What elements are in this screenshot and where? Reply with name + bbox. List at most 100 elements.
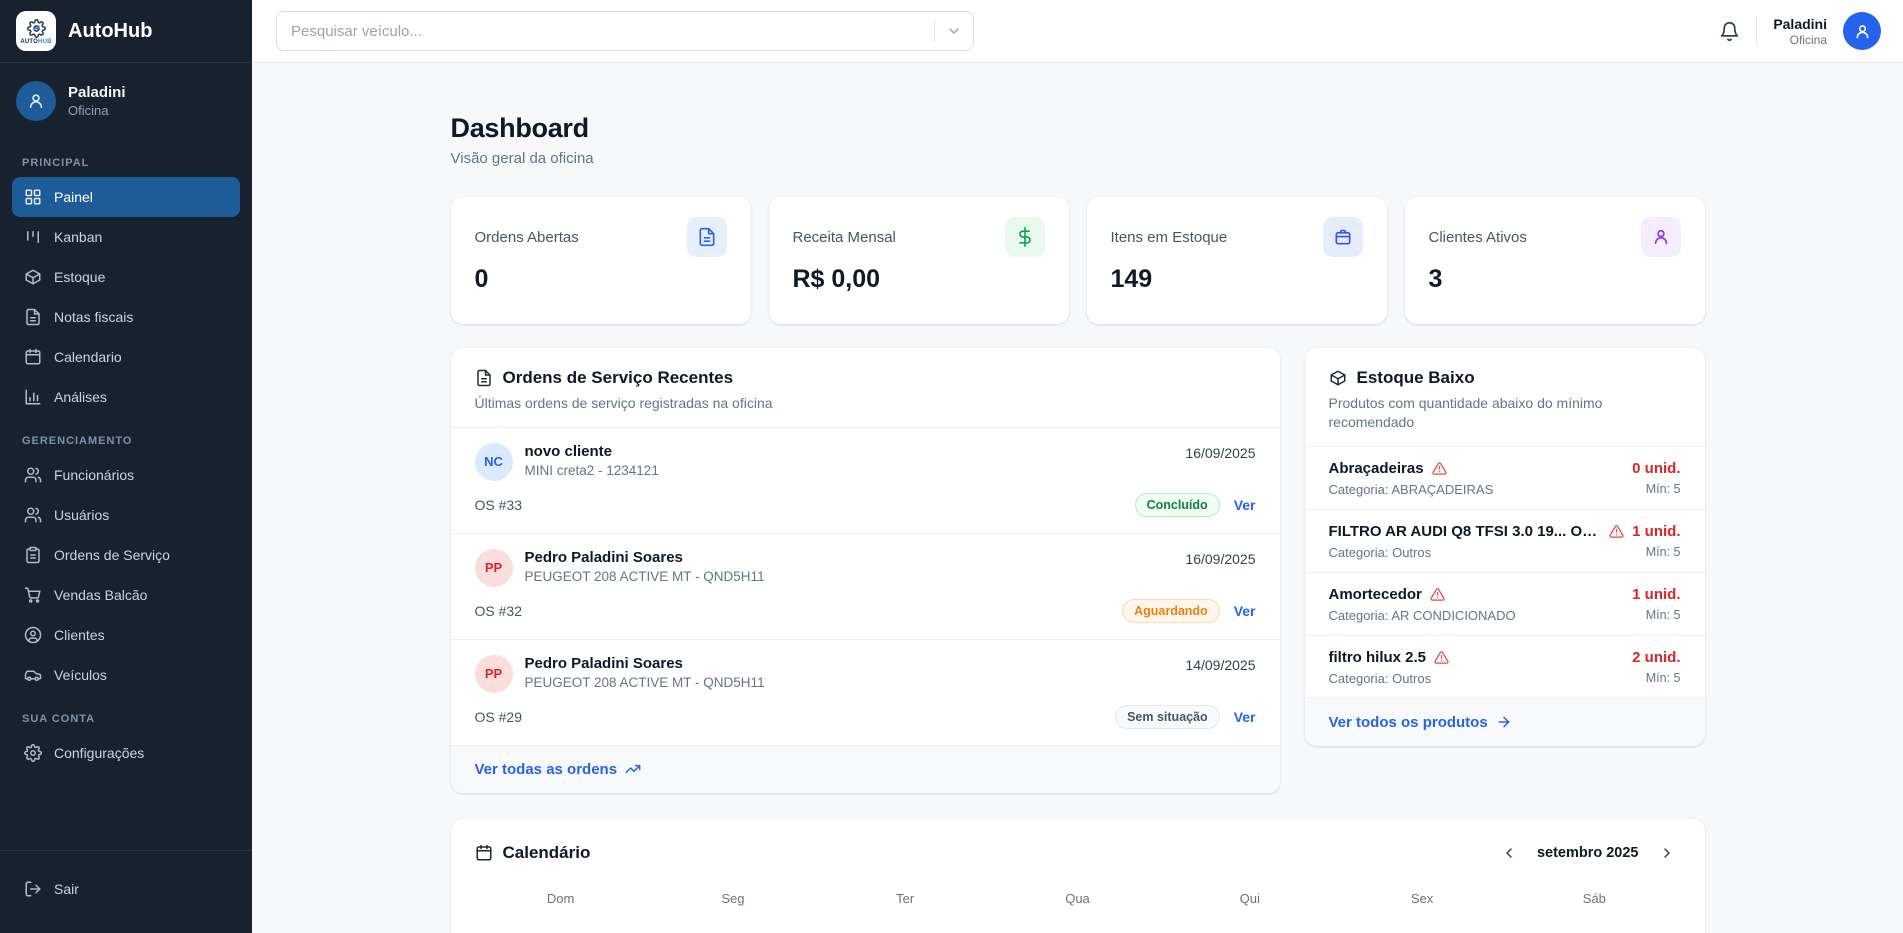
sidebar-item-configuracoes[interactable]: Configurações	[12, 733, 240, 773]
order-number: OS #32	[475, 603, 522, 619]
product-name: Abraçadeiras	[1329, 460, 1424, 477]
topbar: Paladini Oficina	[252, 0, 1903, 63]
sidebar-item-analises[interactable]: Análises	[12, 377, 240, 417]
bell-icon[interactable]	[1719, 21, 1740, 42]
sidebar-item-veiculos[interactable]: Veículos	[12, 655, 240, 695]
layout-grid-icon	[24, 188, 42, 206]
stock-item: FILTRO AR AUDI Q8 TFSI 3.0 19... OBS: 1 …	[1305, 510, 1705, 573]
stock-quantity: 2 unid.	[1632, 649, 1680, 666]
low-stock-subtitle: Produtos com quantidade abaixo do mínimo…	[1329, 394, 1681, 432]
page-subtitle: Visão geral da oficina	[451, 150, 1705, 167]
topbar-user-name: Paladini	[1773, 16, 1827, 32]
sidebar-item-ordens-de-servico[interactable]: Ordens de Serviço	[12, 535, 240, 575]
calendar-icon	[24, 348, 42, 366]
stock-minimum: Mín: 5	[1646, 608, 1681, 622]
stock-minimum: Mín: 5	[1646, 545, 1681, 559]
users-icon	[24, 506, 42, 524]
order-number: OS #29	[475, 709, 522, 725]
search-input[interactable]	[277, 23, 934, 40]
user-avatar[interactable]	[1843, 12, 1881, 50]
product-category: Categoria: AR CONDICIONADO	[1329, 608, 1516, 623]
avatar: PP	[475, 549, 513, 587]
order-client-name: Pedro Paladini Soares	[525, 549, 765, 566]
avatar: NC	[475, 443, 513, 481]
sidebar-user-avatar	[16, 81, 56, 121]
stock-item: Amortecedor 1 unid. Categoria: AR CONDIC…	[1305, 573, 1705, 636]
recent-orders-card: Ordens de Serviço Recentes Últimas orden…	[451, 348, 1280, 793]
product-name: FILTRO AR AUDI Q8 TFSI 3.0 19... OBS:	[1329, 523, 1602, 540]
sidebar-item-notas-fiscais[interactable]: Notas fiscais	[12, 297, 240, 337]
user-icon	[1641, 217, 1681, 257]
sidebar-item-clientes[interactable]: Clientes	[12, 615, 240, 655]
sidebar-item-painel[interactable]: Painel	[12, 177, 240, 217]
stock-quantity: 0 unid.	[1632, 460, 1680, 477]
product-name: Amortecedor	[1329, 586, 1422, 603]
trending-up-icon	[625, 761, 641, 777]
calendar-next-button[interactable]	[1653, 839, 1681, 867]
view-order-link[interactable]: Ver	[1234, 603, 1256, 619]
users-icon	[24, 466, 42, 484]
nav-section-principal: PRINCIPAL	[22, 157, 230, 169]
low-stock-card: Estoque Baixo Produtos com quantidade ab…	[1305, 348, 1705, 746]
stock-item: filtro hilux 2.5 2 unid. Categoria: Outr…	[1305, 636, 1705, 699]
gear-icon	[24, 744, 42, 762]
sidebar-item-funcionarios[interactable]: Funcionários	[12, 455, 240, 495]
clipboard-list-icon	[24, 546, 42, 564]
status-badge: Concluído	[1135, 493, 1220, 517]
view-all-orders-link[interactable]: Ver todas as ordens	[475, 761, 642, 778]
sidebar-item-vendas-balcao[interactable]: Vendas Balcão	[12, 575, 240, 615]
order-row: PP Pedro Paladini Soares PEUGEOT 208 ACT…	[451, 640, 1280, 746]
stat-value: 3	[1429, 265, 1681, 294]
user-circle-icon	[24, 626, 42, 644]
order-vehicle: MINI creta2 - 1234121	[525, 463, 659, 478]
order-vehicle: PEUGEOT 208 ACTIVE MT - QND5H11	[525, 569, 765, 584]
stat-card-itens-em-estoque: Itens em Estoque 149	[1087, 197, 1387, 324]
chevron-right-icon	[1659, 845, 1675, 861]
stat-card-receita-mensal: Receita Mensal R$ 0,00	[769, 197, 1069, 324]
calendar-weekday-header: Dom Seg Ter Qua Qui Sex Sáb	[451, 877, 1705, 912]
sidebar-user: Paladini Oficina	[0, 63, 252, 135]
status-badge: Sem situação	[1115, 705, 1220, 729]
file-text-icon	[24, 308, 42, 326]
sidebar-footer: Sair	[0, 850, 252, 933]
view-order-link[interactable]: Ver	[1234, 497, 1256, 513]
product-category: Categoria: ABRAÇADEIRAS	[1329, 482, 1494, 497]
sidebar-item-calendario[interactable]: Calendario	[12, 337, 240, 377]
topbar-right: Paladini Oficina	[1719, 12, 1903, 50]
calendar-card: Calendário setembro 2025 Dom Seg Ter Qua	[451, 819, 1705, 933]
sidebar-item-usuarios[interactable]: Usuários	[12, 495, 240, 535]
stat-card-clientes-ativos: Clientes Ativos 3	[1405, 197, 1705, 324]
order-date: 16/09/2025	[1185, 443, 1255, 461]
calendar-month-label: setembro 2025	[1537, 845, 1639, 861]
order-date: 16/09/2025	[1185, 549, 1255, 567]
file-text-icon	[475, 369, 493, 387]
topbar-divider	[1756, 16, 1757, 46]
sidebar-item-kanban[interactable]: Kanban	[12, 217, 240, 257]
alert-triangle-icon	[1609, 524, 1624, 539]
calendar-icon	[475, 844, 493, 862]
view-all-products-link[interactable]: Ver todos os produtos	[1329, 714, 1512, 731]
vehicle-search	[276, 11, 974, 51]
stock-item: Abraçadeiras 0 unid. Categoria: ABRAÇADE…	[1305, 447, 1705, 510]
view-order-link[interactable]: Ver	[1234, 709, 1256, 725]
avatar: PP	[475, 655, 513, 693]
chevron-left-icon	[1501, 845, 1517, 861]
order-client-name: novo cliente	[525, 443, 659, 460]
sidebar-user-name: Paladini	[68, 84, 126, 101]
stat-card-ordens-abertas: Ordens Abertas 0	[451, 197, 751, 324]
chevron-down-icon[interactable]	[935, 23, 973, 39]
shopping-cart-icon	[24, 586, 42, 604]
logout-button[interactable]: Sair	[12, 869, 240, 909]
orders-card-title: Ordens de Serviço Recentes	[503, 368, 734, 388]
brand: AUTOHUB AutoHub	[0, 0, 252, 63]
sidebar-user-role: Oficina	[68, 103, 126, 118]
order-number: OS #33	[475, 497, 522, 513]
orders-card-subtitle: Últimas ordens de serviço registradas na…	[475, 394, 1256, 413]
order-row: NC novo cliente MINI creta2 - 1234121 16…	[451, 428, 1280, 534]
stock-minimum: Mín: 5	[1646, 482, 1681, 496]
arrow-right-icon	[1496, 714, 1512, 730]
stock-quantity: 1 unid.	[1632, 586, 1680, 603]
sidebar-item-estoque[interactable]: Estoque	[12, 257, 240, 297]
calendar-prev-button[interactable]	[1495, 839, 1523, 867]
product-name: filtro hilux 2.5	[1329, 649, 1427, 666]
